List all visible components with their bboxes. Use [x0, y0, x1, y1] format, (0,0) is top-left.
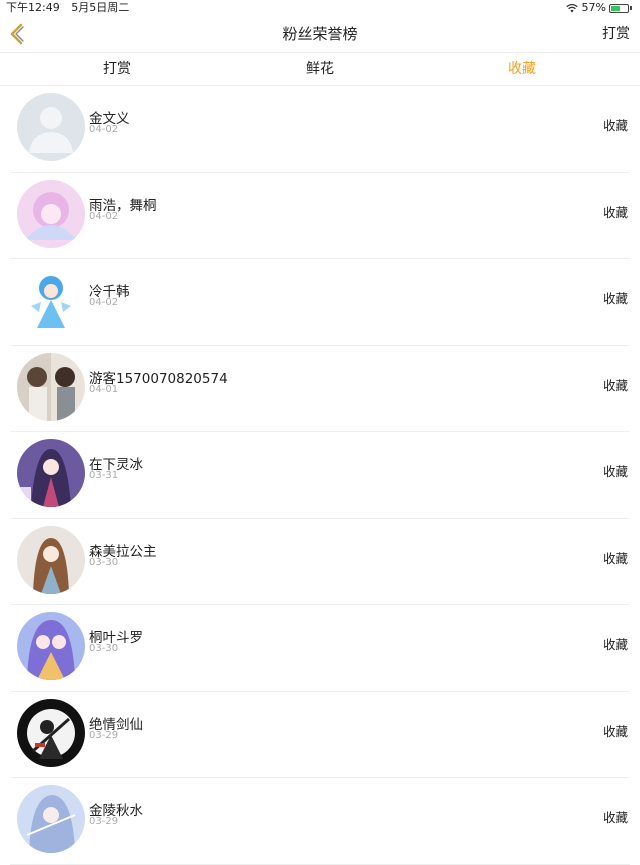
list-item[interactable]: 在下灵冰 03-31 收藏 [10, 432, 630, 519]
collect-label: 收藏 [602, 723, 628, 739]
status-left: 下午12:49 5月5日周二 [6, 0, 137, 16]
list-item[interactable]: 绝情剑仙 03-29 收藏 [10, 692, 630, 778]
fan-date: 04-01 [89, 383, 119, 395]
fan-date: 03-29 [89, 729, 119, 741]
nav-bar: 粉丝荣誉榜 打赏 [0, 16, 640, 53]
collect-label: 收藏 [602, 118, 628, 133]
fan-date: 03-30 [89, 556, 119, 568]
list-item[interactable]: 游客1570070820574 04-01 收藏 [10, 346, 630, 432]
tab-collect[interactable]: 收藏 [508, 53, 536, 85]
tab-bar: 打赏 鲜花 收藏 [0, 53, 640, 86]
fan-date: 04-02 [89, 297, 119, 308]
collect-label: 收藏 [602, 810, 628, 825]
list-item[interactable]: 金陵秋水 03-29 收藏 [10, 778, 630, 865]
page-title: 粉丝荣誉榜 [282, 25, 358, 43]
status-bar: 下午12:49 5月5日周二 57% [0, 0, 640, 16]
battery-cap [630, 6, 632, 10]
status-date: 5月5日周二 [71, 1, 130, 14]
anime-avatar [17, 266, 85, 334]
battery-fill [611, 5, 621, 11]
fan-date: 04-02 [89, 124, 119, 135]
list-item[interactable]: 森美拉公主 03-30 收藏 [10, 519, 630, 605]
anime-avatar [17, 525, 85, 594]
list-item[interactable]: 桐叶斗罗 03-30 收藏 [10, 605, 630, 692]
anime-avatar [17, 612, 85, 680]
anime-avatar [17, 698, 85, 767]
anime-avatar [17, 179, 85, 248]
battery-icon [609, 3, 629, 13]
list-item[interactable]: 冷千韩 04-02 收藏 [10, 259, 630, 346]
collect-label: 收藏 [602, 464, 628, 479]
fan-date: 04-02 [89, 210, 119, 222]
wifi-icon [565, 3, 578, 13]
tab-reward[interactable]: 打赏 [103, 53, 131, 85]
reward-button[interactable]: 打赏 [602, 16, 630, 52]
collect-label: 收藏 [602, 550, 628, 566]
fan-date: 03-30 [89, 643, 119, 654]
anime-avatar [17, 439, 85, 507]
fan-list: 金文义 04-02 收藏 雨浩，舞桐 04-02 收藏 冷千韩 04-02 收藏… [0, 86, 640, 865]
status-time: 下午12:49 [6, 1, 60, 14]
list-item[interactable]: 金文义 04-02 收藏 [10, 86, 630, 173]
list-item[interactable]: 雨浩，舞桐 04-02 收藏 [10, 173, 630, 259]
anime-avatar [17, 785, 85, 853]
default-avatar-icon [17, 93, 85, 161]
battery-percent: 57% [581, 1, 606, 14]
collect-label: 收藏 [602, 637, 628, 652]
photo-avatar [17, 352, 85, 421]
collect-label: 收藏 [602, 204, 628, 220]
tab-flowers[interactable]: 鲜花 [306, 53, 334, 85]
collect-label: 收藏 [602, 291, 628, 306]
fan-date: 03-29 [89, 816, 119, 827]
fan-date: 03-31 [89, 470, 119, 481]
collect-label: 收藏 [602, 377, 628, 393]
status-right: 57% [565, 0, 632, 16]
